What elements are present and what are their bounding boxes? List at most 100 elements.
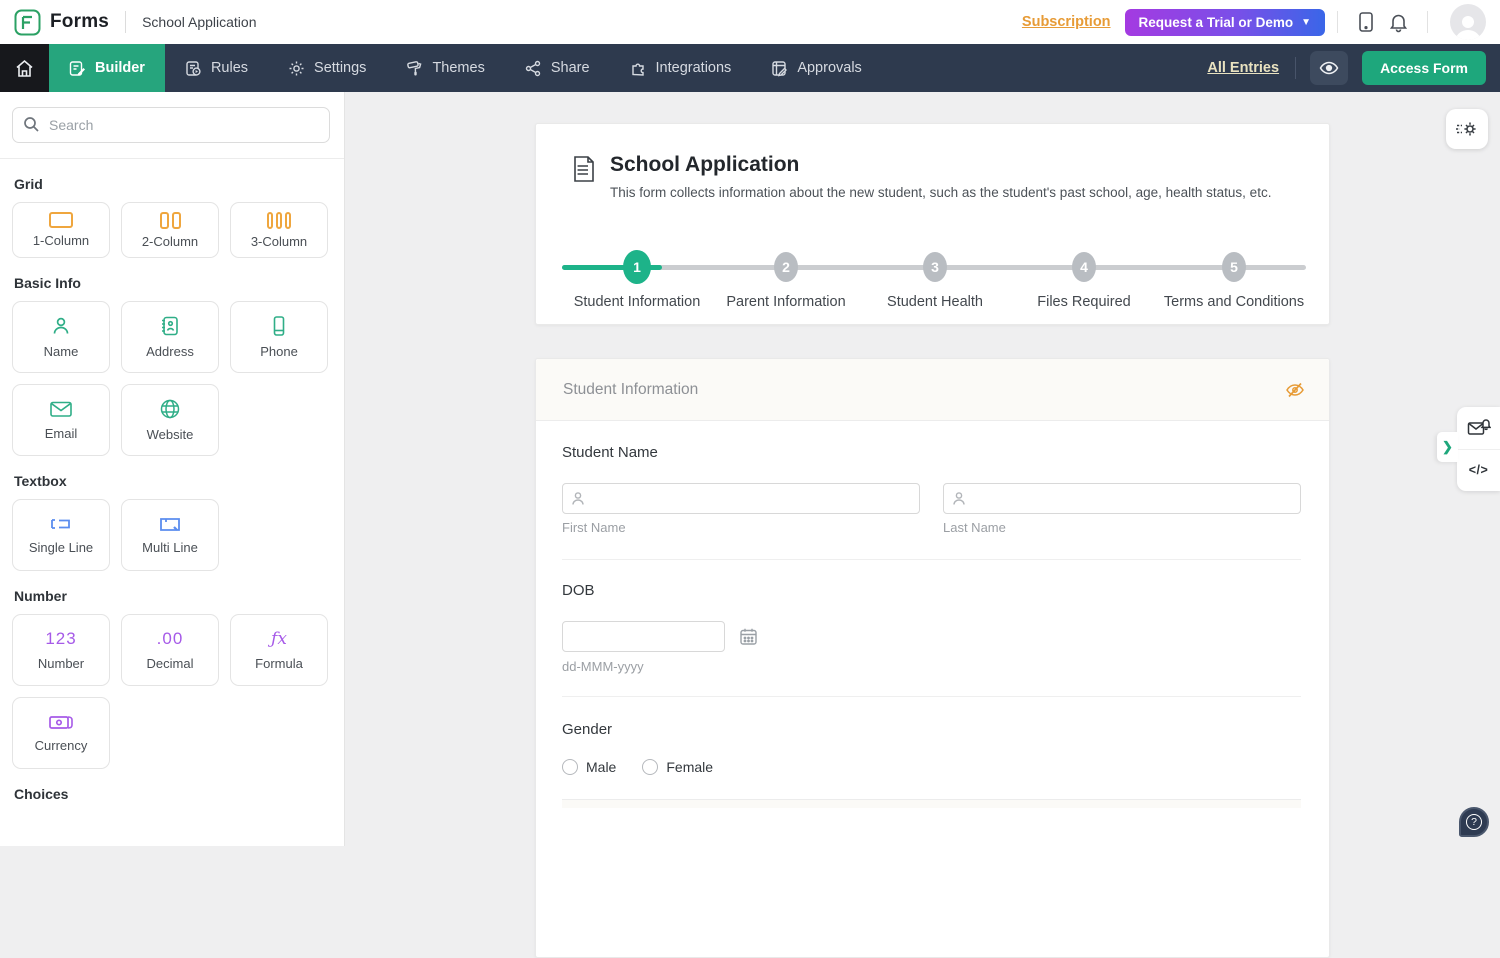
all-entries-link[interactable]: All Entries: [1207, 60, 1279, 76]
palette-card-name[interactable]: Name: [12, 301, 110, 373]
student-name-label: Student Name: [562, 444, 1301, 461]
two-column-icon: [160, 212, 181, 229]
palette-card-number[interactable]: 123 Number: [12, 614, 110, 686]
section-heading-choices: Choices: [14, 786, 332, 802]
tab-builder[interactable]: Builder: [49, 44, 165, 92]
user-avatar[interactable]: [1450, 4, 1486, 40]
tab-share[interactable]: Share: [505, 44, 610, 92]
number-123-icon: 123: [45, 629, 76, 649]
last-name-sublabel: Last Name: [943, 520, 1301, 535]
gender-label: Gender: [562, 721, 1301, 738]
tab-settings[interactable]: Settings: [268, 44, 386, 92]
step-1-circle[interactable]: 1: [623, 250, 651, 284]
step-5-label[interactable]: Terms and Conditions: [1164, 294, 1304, 310]
tab-integrations[interactable]: Integrations: [610, 44, 752, 92]
step-1-label[interactable]: Student Information: [574, 294, 701, 310]
palette-card-single-line[interactable]: Single Line: [12, 499, 110, 571]
rules-icon: [185, 60, 202, 77]
person-icon: [952, 491, 966, 506]
field-student-name[interactable]: Student Name First Name: [562, 421, 1301, 535]
section-header[interactable]: Student Information: [536, 359, 1329, 421]
access-form-button[interactable]: Access Form: [1362, 51, 1486, 85]
step-2-circle[interactable]: 2: [774, 252, 798, 282]
share-icon: [525, 60, 542, 77]
eye-slash-icon[interactable]: [1285, 381, 1305, 399]
first-name-sublabel: First Name: [562, 520, 920, 535]
gender-option-female[interactable]: Female: [642, 759, 713, 775]
radio-icon[interactable]: [642, 759, 658, 775]
formula-fx-icon: ƒx: [271, 629, 287, 649]
person-icon: [571, 491, 585, 506]
request-trial-button[interactable]: Request a Trial or Demo ▼: [1125, 9, 1325, 36]
dob-format-hint: dd-MMM-yyyy: [562, 659, 1301, 674]
tab-rules[interactable]: Rules: [165, 44, 268, 92]
chevron-right-icon: ❯: [1442, 439, 1453, 455]
palette-card-formula[interactable]: ƒx Formula: [230, 614, 328, 686]
palette-card-website[interactable]: Website: [121, 384, 219, 456]
section-heading-basic-info: Basic Info: [14, 275, 332, 291]
right-rail-panel: </>: [1457, 407, 1500, 491]
dob-label: DOB: [562, 582, 1301, 599]
first-name-input[interactable]: [562, 483, 920, 514]
palette-card-email[interactable]: Email: [12, 384, 110, 456]
paint-roller-icon: [406, 60, 423, 77]
form-document-icon: [572, 155, 596, 203]
one-column-icon: [49, 212, 73, 228]
palette-card-phone[interactable]: Phone: [230, 301, 328, 373]
field-dob[interactable]: DOB dd-MMM-yyyy: [562, 560, 1301, 674]
forms-logo[interactable]: Forms: [0, 9, 109, 36]
step-4-circle[interactable]: 4: [1072, 252, 1096, 282]
main-nav: Builder Rules Settings Themes: [0, 44, 1500, 92]
notifications-bell-icon[interactable]: [1389, 11, 1408, 33]
decimal-icon: .00: [157, 629, 184, 649]
dob-input[interactable]: [562, 621, 725, 652]
embed-code-button[interactable]: </>: [1457, 449, 1500, 492]
globe-icon: [159, 398, 181, 420]
step-2-label[interactable]: Parent Information: [726, 294, 845, 310]
preview-eye-button[interactable]: [1310, 51, 1348, 85]
palette-card-2-column[interactable]: 2-Column: [121, 202, 219, 258]
field-palette-sidebar: Grid 1-Column 2-Column 3-Column Basic In…: [0, 92, 345, 846]
step-3-circle[interactable]: 3: [923, 252, 947, 282]
code-icon: </>: [1469, 463, 1489, 477]
puzzle-icon: [630, 60, 647, 77]
search-input[interactable]: [12, 107, 330, 143]
question-mark-icon: ?: [1466, 814, 1482, 830]
approvals-icon: [771, 60, 788, 77]
search-icon: [23, 116, 40, 133]
subscription-link[interactable]: Subscription: [1022, 14, 1111, 30]
tab-themes[interactable]: Themes: [386, 44, 504, 92]
envelope-icon: [49, 399, 73, 419]
form-header-card[interactable]: School Application This form collects in…: [535, 123, 1330, 325]
address-book-icon: [159, 315, 181, 337]
step-4-label[interactable]: Files Required: [1037, 294, 1131, 310]
field-properties-button[interactable]: [1446, 109, 1488, 149]
mobile-phone-icon: [268, 315, 290, 337]
person-icon: [50, 315, 72, 337]
last-name-input[interactable]: [943, 483, 1301, 514]
field-gender[interactable]: Gender Male Female: [562, 697, 1301, 775]
form-description: This form collects information about the…: [610, 184, 1271, 203]
step-5-circle[interactable]: 5: [1222, 252, 1246, 282]
help-button[interactable]: ?: [1459, 807, 1489, 837]
palette-card-decimal[interactable]: .00 Decimal: [121, 614, 219, 686]
forms-logo-icon: [14, 9, 41, 36]
step-3-label[interactable]: Student Health: [887, 294, 983, 310]
radio-icon[interactable]: [562, 759, 578, 775]
email-notification-button[interactable]: [1457, 407, 1500, 449]
calendar-icon[interactable]: [739, 627, 758, 646]
three-column-icon: [267, 212, 291, 229]
mobile-app-icon[interactable]: [1357, 11, 1375, 33]
gear-icon: [288, 60, 305, 77]
palette-card-3-column[interactable]: 3-Column: [230, 202, 328, 258]
collapse-rail-button[interactable]: ❯: [1437, 432, 1458, 462]
tab-approvals[interactable]: Approvals: [751, 44, 881, 92]
palette-card-currency[interactable]: Currency: [12, 697, 110, 769]
gender-option-male[interactable]: Male: [562, 759, 616, 775]
palette-card-address[interactable]: Address: [121, 301, 219, 373]
palette-card-multi-line[interactable]: Multi Line: [121, 499, 219, 571]
home-button[interactable]: [0, 44, 49, 92]
single-line-icon: [49, 515, 73, 533]
palette-card-1-column[interactable]: 1-Column: [12, 202, 110, 258]
logo-text: Forms: [50, 11, 109, 33]
